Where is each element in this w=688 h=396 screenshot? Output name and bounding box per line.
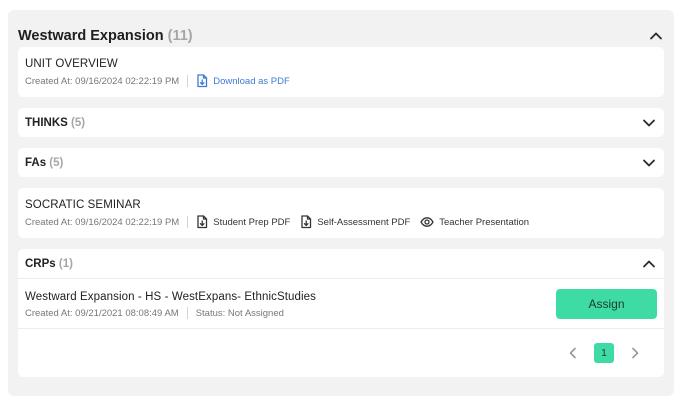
crp-item-created: Created At: 09/21/2021 08:08:49 AM — [25, 307, 179, 319]
crps-section: CRPs (1) Westward Expansion - HS - WestE… — [18, 249, 664, 377]
teacher-presentation-label: Teacher Presentation — [439, 216, 530, 228]
thinks-title: THINKS (5) — [25, 117, 85, 129]
crps-count: (1) — [58, 257, 73, 270]
unit-overview-card: UNIT OVERVIEW Created At: 09/16/2024 02:… — [18, 47, 664, 97]
thinks-count: (5) — [71, 116, 86, 129]
file-download-icon — [300, 215, 312, 229]
crps-header[interactable]: CRPs (1) — [18, 249, 664, 278]
socratic-seminar-title: SOCRATIC SEMINAR — [25, 199, 141, 211]
fas-header[interactable]: FAs (5) — [18, 148, 664, 177]
student-prep-pdf-link[interactable]: Student Prep PDF — [196, 215, 290, 229]
fas-count: (5) — [49, 156, 64, 169]
download-pdf-label: Download as PDF — [213, 75, 290, 87]
chevron-down-icon[interactable] — [641, 155, 657, 171]
collapse-unit-chevron-up-icon[interactable] — [648, 28, 664, 44]
socratic-seminar-created: Created At: 09/16/2024 02:22:19 PM — [25, 216, 180, 228]
crp-item-status: Status: Not Assigned — [195, 307, 284, 319]
pagination: 1 — [566, 343, 642, 363]
crps-header-wrap[interactable]: CRPs (1) — [18, 249, 664, 278]
crps-title: CRPs (1) — [25, 258, 73, 270]
chevron-down-icon[interactable] — [641, 115, 657, 131]
fas-section[interactable]: FAs (5) — [18, 148, 664, 177]
eye-icon — [420, 215, 434, 229]
file-download-icon — [196, 215, 208, 229]
prev-page-chevron-left-icon[interactable] — [566, 346, 580, 360]
unit-title: Westward Expansion (11) — [18, 28, 193, 44]
thinks-header[interactable]: THINKS (5) — [18, 108, 664, 137]
self-assessment-pdf-label: Self-Assessment PDF — [317, 216, 411, 228]
teacher-presentation-link[interactable]: Teacher Presentation — [420, 215, 529, 229]
assign-button[interactable]: Assign — [556, 289, 657, 319]
unit-title-text: Westward Expansion — [18, 28, 164, 44]
file-download-icon — [196, 74, 208, 88]
divider — [18, 328, 664, 329]
self-assessment-pdf-link[interactable]: Self-Assessment PDF — [300, 215, 410, 229]
next-page-chevron-right-icon[interactable] — [628, 346, 642, 360]
thinks-title-text: THINKS — [25, 116, 68, 129]
crp-list-item: Westward Expansion - HS - WestExpans- Et… — [18, 279, 664, 328]
unit-panel: Westward Expansion (11) UNIT OVERVIEW Cr… — [8, 10, 674, 396]
fas-title-text: FAs — [25, 156, 47, 169]
meta-divider — [187, 75, 189, 87]
crp-item-meta: Created At: 09/21/2021 08:08:49 AM Statu… — [25, 307, 284, 319]
socratic-seminar-meta: Created At: 09/16/2024 02:22:19 PM Stude… — [25, 215, 539, 229]
student-prep-pdf-label: Student Prep PDF — [213, 216, 291, 228]
download-pdf-link[interactable]: Download as PDF — [196, 74, 290, 88]
unit-overview-meta: Created At: 09/16/2024 02:22:19 PM Downl… — [25, 74, 290, 88]
meta-divider — [187, 216, 189, 228]
crps-title-text: CRPs — [25, 257, 56, 270]
fas-title: FAs (5) — [25, 157, 63, 169]
chevron-up-icon[interactable] — [641, 256, 657, 272]
page-number-current[interactable]: 1 — [594, 343, 614, 363]
unit-count: (11) — [167, 28, 193, 44]
socratic-seminar-card: SOCRATIC SEMINAR Created At: 09/16/2024 … — [18, 188, 664, 238]
thinks-section[interactable]: THINKS (5) — [18, 108, 664, 137]
unit-overview-title: UNIT OVERVIEW — [25, 58, 118, 70]
crp-item-title: Westward Expansion - HS - WestExpans- Et… — [25, 291, 317, 303]
meta-divider — [186, 307, 188, 319]
unit-overview-created: Created At: 09/16/2024 02:22:19 PM — [25, 75, 180, 87]
